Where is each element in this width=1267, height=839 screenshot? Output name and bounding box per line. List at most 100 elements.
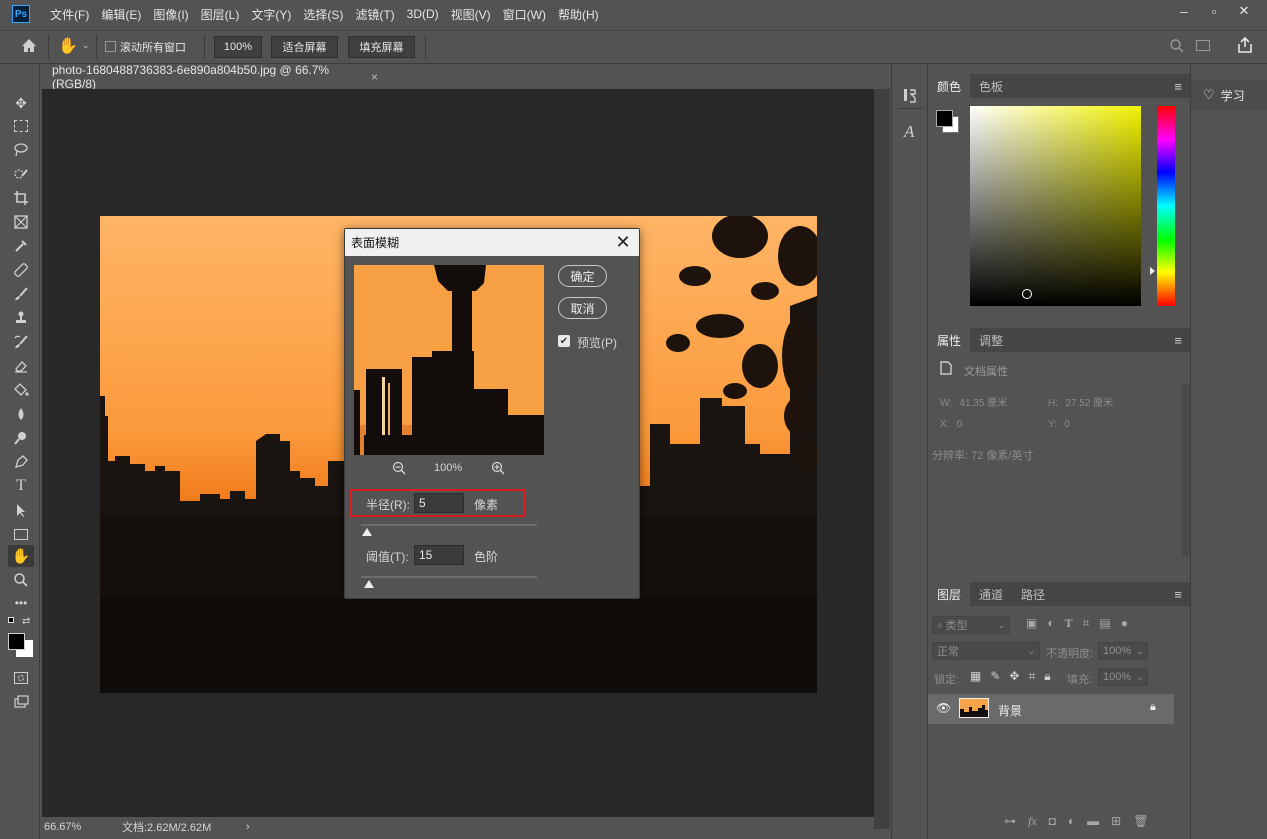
type-filter-icon[interactable]: T	[1065, 616, 1073, 631]
status-zoom[interactable]: 66.67%	[44, 821, 88, 833]
preview-checkbox[interactable]: ✔	[558, 335, 570, 347]
filter-toggle-icon[interactable]: ●	[1121, 616, 1128, 631]
menu-type[interactable]: 文字(Y)	[245, 6, 297, 23]
search-icon[interactable]	[1169, 38, 1185, 57]
menu-view[interactable]: 视图(V)	[445, 6, 497, 23]
menu-window[interactable]: 窗口(W)	[497, 6, 552, 23]
hand-tool-icon[interactable]: ✋	[58, 36, 78, 56]
menu-help[interactable]: 帮助(H)	[552, 6, 605, 23]
rectangle-tool-icon[interactable]	[8, 523, 34, 545]
maximize-button[interactable]: ▫	[1199, 0, 1229, 22]
healing-brush-tool-icon[interactable]	[8, 259, 34, 281]
zoom-in-icon[interactable]	[491, 461, 505, 478]
color-picker-ring[interactable]	[1022, 289, 1032, 299]
pixel-filter-icon[interactable]: ▣	[1026, 616, 1037, 631]
layer-filter-select[interactable]: ⌕ 类型 ⌄	[932, 616, 1010, 634]
tab-layers[interactable]: 图层	[928, 582, 971, 606]
menu-3d[interactable]: 3D(D)	[401, 7, 445, 21]
fill-screen-button[interactable]: 填充屏幕	[348, 36, 415, 58]
color-field[interactable]	[970, 106, 1141, 306]
link-icon[interactable]: ⊶	[1004, 814, 1016, 829]
fill-input[interactable]: 100% ⌄	[1098, 668, 1148, 686]
close-window-button[interactable]: ✕	[1229, 0, 1259, 22]
filter-preview[interactable]	[354, 265, 544, 455]
minimize-button[interactable]: –	[1169, 0, 1199, 22]
lock-paint-icon[interactable]: ✎	[990, 669, 1000, 684]
more-tools-icon[interactable]: •••	[8, 592, 34, 614]
tab-close-icon[interactable]: ×	[371, 70, 378, 84]
scroll-all-checkbox[interactable]	[105, 41, 116, 52]
share-icon[interactable]	[1237, 36, 1253, 57]
blur-tool-icon[interactable]	[8, 403, 34, 425]
properties-scrollbar[interactable]	[1182, 384, 1190, 556]
threshold-slider-track[interactable]	[361, 576, 537, 578]
status-arrow-icon[interactable]: ›	[246, 821, 250, 833]
frame-tool-icon[interactable]	[8, 211, 34, 233]
tab-color[interactable]: 颜色	[928, 74, 971, 98]
tab-adjustments[interactable]: 调整	[970, 328, 1012, 352]
lock-position-icon[interactable]: ✥	[1009, 669, 1019, 684]
path-select-tool-icon[interactable]	[8, 499, 34, 521]
swap-colors-icon[interactable]: ⇄	[22, 616, 30, 627]
stamp-tool-icon[interactable]	[8, 307, 34, 329]
lock-transparent-icon[interactable]: ▦	[970, 669, 981, 684]
marquee-tool-icon[interactable]	[8, 115, 34, 137]
foreground-color-swatch[interactable]	[8, 633, 25, 650]
lock-all-icon[interactable]: 🔒︎	[1044, 669, 1050, 684]
tab-properties[interactable]: 属性	[928, 328, 971, 352]
eyedropper-tool-icon[interactable]	[8, 235, 34, 257]
eraser-tool-icon[interactable]	[8, 355, 34, 377]
character-icon[interactable]: A	[904, 122, 914, 142]
layer-name[interactable]: 背景	[998, 702, 1022, 719]
history-brush-tool-icon[interactable]	[8, 331, 34, 353]
menu-edit[interactable]: 编辑(E)	[95, 6, 147, 23]
panel-menu-icon[interactable]: ≡	[1174, 587, 1182, 602]
width-value[interactable]: 41.35 厘米	[959, 398, 1007, 409]
tab-paths[interactable]: 路径	[1012, 582, 1054, 606]
menu-file[interactable]: 文件(F)	[44, 6, 95, 23]
radius-slider-track[interactable]	[361, 524, 537, 526]
lasso-tool-icon[interactable]	[8, 139, 34, 161]
adjustment-filter-icon[interactable]: ◐	[1047, 616, 1054, 631]
layer-row[interactable]: 👁︎ 背景 🔒︎	[928, 694, 1174, 724]
fit-screen-button[interactable]: 适合屏幕	[271, 36, 338, 58]
panel-menu-icon[interactable]: ≡	[1174, 79, 1182, 94]
dialog-titlebar[interactable]: 表面模糊 ✕	[345, 229, 639, 256]
default-colors-icon[interactable]	[8, 617, 14, 623]
quick-mask-icon[interactable]	[8, 667, 34, 689]
type-tool-icon[interactable]: T	[8, 475, 34, 497]
radius-input[interactable]: 5	[414, 493, 464, 513]
blend-mode-select[interactable]: 正常 ⌄	[932, 642, 1040, 660]
learn-button[interactable]: ♡ 学习	[1191, 80, 1267, 110]
menu-select[interactable]: 选择(S)	[297, 6, 349, 23]
cancel-button[interactable]: 取消	[558, 297, 607, 319]
ok-button[interactable]: 确定	[558, 265, 607, 287]
tool-preset-chevron-icon[interactable]: ⌄	[82, 40, 90, 51]
adjustment-icon[interactable]: ◐	[1068, 814, 1075, 829]
mask-icon[interactable]: ◘	[1049, 814, 1056, 829]
layer-lock-icon[interactable]: 🔒︎	[1150, 701, 1156, 714]
shape-filter-icon[interactable]: ⌗	[1083, 616, 1090, 631]
trash-icon[interactable]: 🗑︎	[1133, 814, 1148, 829]
quick-select-tool-icon[interactable]	[8, 163, 34, 185]
dodge-tool-icon[interactable]	[8, 427, 34, 449]
menu-layer[interactable]: 图层(L)	[195, 6, 246, 23]
smart-object-filter-icon[interactable]: ▤	[1099, 616, 1110, 631]
menu-image[interactable]: 图像(I)	[147, 6, 194, 23]
paint-bucket-tool-icon[interactable]	[8, 379, 34, 401]
tab-swatches[interactable]: 色板	[970, 74, 1012, 98]
document-tab[interactable]: photo-1680488736383-6e890a804b50.jpg @ 6…	[42, 63, 378, 91]
folder-icon[interactable]: ▬	[1087, 814, 1099, 829]
eye-icon[interactable]: 👁︎	[936, 701, 951, 715]
height-value[interactable]: 27.52 厘米	[1065, 398, 1113, 409]
hue-slider[interactable]	[1157, 106, 1175, 306]
radius-slider-thumb[interactable]	[362, 528, 372, 536]
vertical-scrollbar[interactable]	[874, 89, 890, 829]
hand-tool-icon[interactable]: ✋	[8, 545, 34, 567]
home-icon[interactable]	[20, 37, 38, 58]
workspace-icon[interactable]	[1196, 40, 1210, 51]
brush-tool-icon[interactable]	[8, 283, 34, 305]
panel-menu-icon[interactable]: ≡	[1174, 333, 1182, 348]
x-value[interactable]: 0	[957, 419, 963, 430]
screen-mode-icon[interactable]	[8, 691, 34, 713]
